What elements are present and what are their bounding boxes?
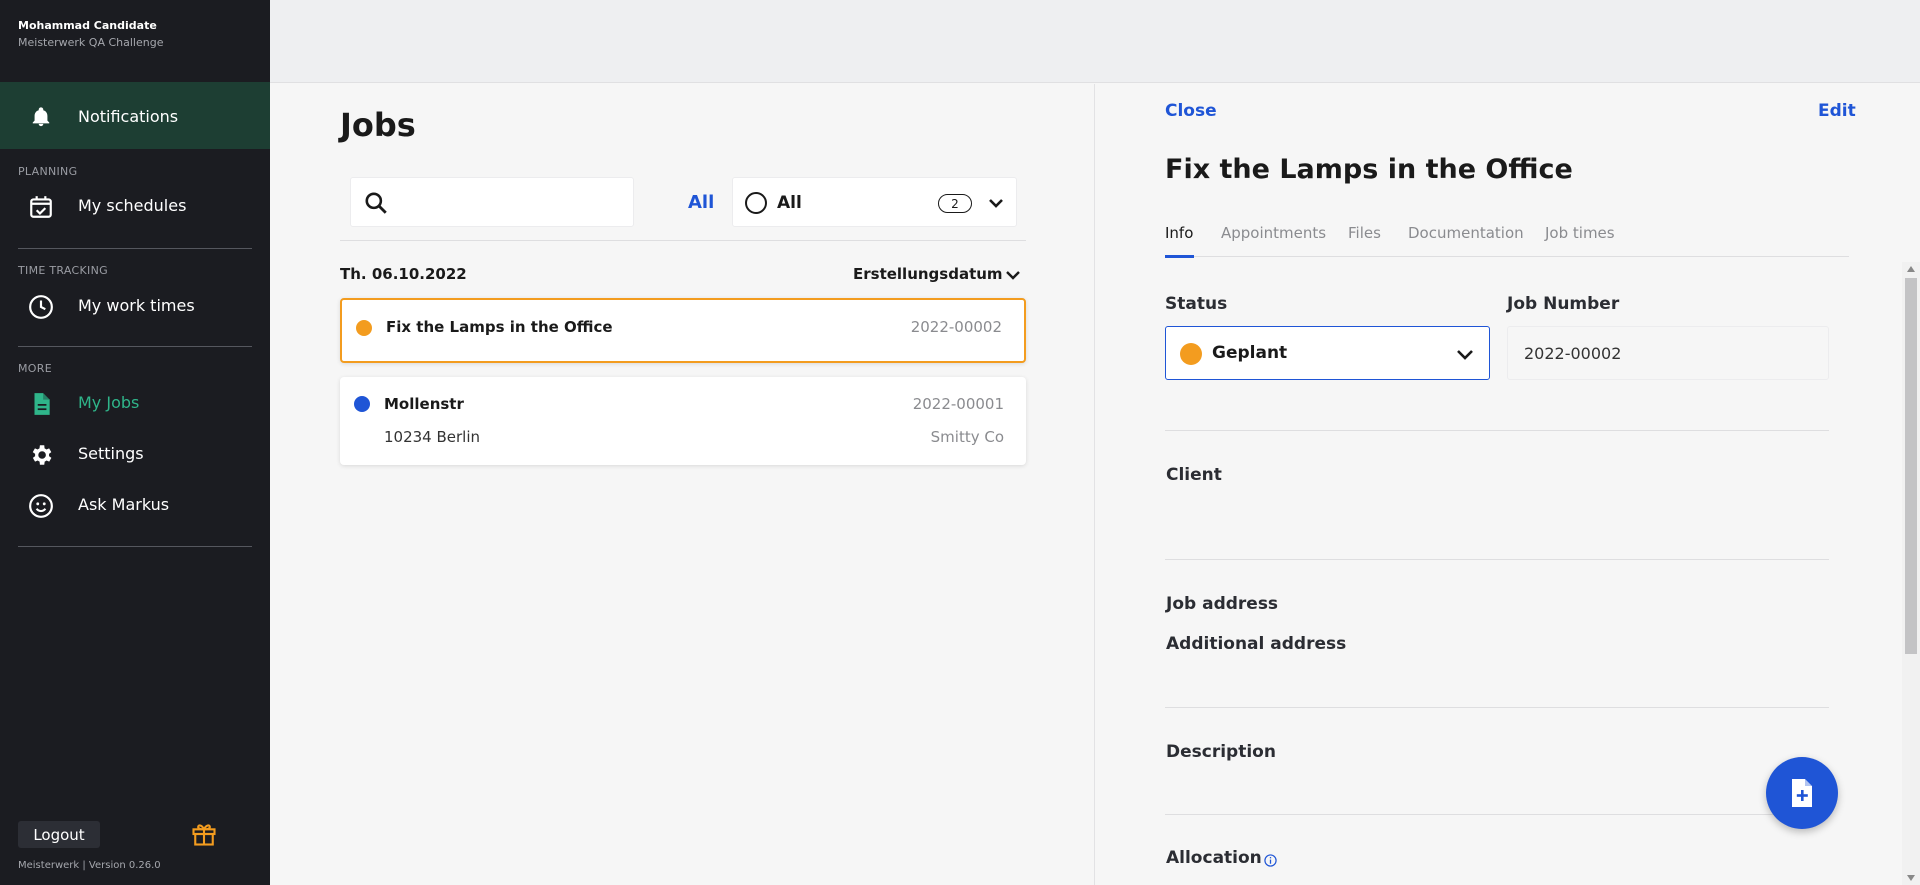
sidebar-item-label: Ask Markus	[78, 495, 170, 514]
sort-label[interactable]: Erstellungsdatum	[853, 265, 1003, 283]
job-name: Mollenstr	[384, 395, 464, 413]
job-number: 2022-00001	[912, 395, 1004, 413]
gear-icon	[28, 442, 54, 468]
client-label: Client	[1166, 465, 1222, 485]
date-group-label: Th. 06.10.2022	[340, 265, 467, 283]
job-name: Fix the Lamps in the Office	[386, 318, 613, 336]
divider	[1165, 559, 1829, 560]
section-time-tracking: TIME TRACKING	[18, 264, 108, 277]
smiley-icon	[28, 493, 54, 519]
search-icon	[363, 190, 389, 216]
active-tab-indicator	[1165, 255, 1194, 258]
section-more: MORE	[18, 362, 52, 375]
job-title: Fix the Lamps in the Office	[1165, 154, 1573, 185]
status-select[interactable]: Geplant	[1165, 326, 1490, 380]
divider	[18, 346, 252, 347]
scroll-up-arrow[interactable]	[1907, 266, 1915, 272]
sidebar-item-label: My work times	[78, 296, 195, 315]
close-button[interactable]: Close	[1165, 101, 1217, 121]
status-filter-dropdown[interactable]: All 2	[732, 177, 1017, 227]
description-label: Description	[1166, 742, 1276, 762]
edit-button[interactable]: Edit	[1818, 101, 1856, 121]
status-dot	[356, 320, 372, 336]
page-title: Jobs	[340, 106, 416, 144]
job-address-label: Job address	[1166, 594, 1279, 614]
user-name: Mohammad Candidate	[18, 19, 157, 32]
search-input[interactable]	[399, 188, 619, 216]
version-label: Meisterwerk | Version 0.26.0	[18, 860, 161, 871]
job-card[interactable]: Fix the Lamps in the Office 2022-00002	[340, 298, 1026, 363]
allocation-label-text: Allocation	[1166, 848, 1262, 868]
status-label: Status	[1165, 294, 1228, 314]
status-dot	[354, 396, 370, 412]
divider	[1165, 814, 1829, 815]
divider	[340, 240, 1026, 241]
all-filter-link[interactable]: All	[688, 192, 714, 213]
info-icon[interactable]	[1264, 852, 1277, 867]
job-number: 2022-00002	[910, 318, 1002, 336]
section-planning: PLANNING	[18, 165, 78, 178]
calendar-check-icon	[28, 194, 54, 220]
sidebar: Mohammad Candidate Meisterwerk QA Challe…	[0, 0, 270, 885]
gift-icon[interactable]	[190, 820, 218, 848]
sidebar-item-label: My Jobs	[78, 393, 140, 412]
radio-icon[interactable]	[745, 192, 767, 214]
sidebar-item-settings[interactable]: Settings	[0, 434, 270, 474]
user-org: Meisterwerk QA Challenge	[18, 36, 164, 49]
divider	[1165, 430, 1829, 431]
divider	[18, 546, 252, 547]
sidebar-item-notifications[interactable]: Notifications	[0, 82, 270, 149]
detail-tabs: Info Appointments Files Documentation Jo…	[1165, 224, 1849, 258]
job-number-label: Job Number	[1507, 294, 1620, 314]
tab-job-times[interactable]: Job times	[1545, 224, 1615, 242]
job-number-value: 2022-00002	[1524, 344, 1622, 363]
tab-appointments[interactable]: Appointments	[1221, 224, 1326, 242]
scrollbar-thumb[interactable]	[1905, 278, 1917, 654]
add-document-icon	[1792, 779, 1812, 807]
sidebar-item-my-schedules[interactable]: My schedules	[0, 186, 270, 226]
job-client: Smitty Co	[930, 428, 1004, 446]
divider	[18, 248, 252, 249]
chevron-down-icon	[1456, 347, 1474, 361]
search-field[interactable]	[350, 177, 634, 227]
job-card[interactable]: Mollenstr 2022-00001 10234 Berlin Smitty…	[340, 377, 1026, 465]
top-bar	[270, 0, 1920, 83]
chevron-down-icon[interactable]	[987, 195, 1005, 211]
job-address: 10234 Berlin	[384, 428, 481, 446]
clock-icon	[28, 294, 54, 320]
scrollbar[interactable]	[1902, 262, 1920, 885]
scroll-down-arrow[interactable]	[1907, 875, 1915, 881]
filter-count-badge: 2	[938, 194, 972, 213]
tab-documentation[interactable]: Documentation	[1408, 224, 1524, 242]
job-number-field: 2022-00002	[1507, 326, 1829, 380]
tab-info[interactable]: Info	[1165, 224, 1193, 242]
sidebar-item-label: Settings	[78, 444, 144, 463]
status-dot	[1180, 343, 1202, 365]
bell-icon	[30, 106, 52, 128]
divider	[1165, 707, 1829, 708]
tab-files[interactable]: Files	[1348, 224, 1381, 242]
allocation-label: Allocation	[1166, 848, 1277, 868]
add-document-button[interactable]	[1766, 757, 1838, 829]
logout-button[interactable]: Logout	[18, 821, 100, 848]
additional-address-label: Additional address	[1166, 634, 1347, 654]
sidebar-item-label: My schedules	[78, 196, 187, 215]
sidebar-item-my-work-times[interactable]: My work times	[0, 286, 270, 326]
document-icon	[28, 391, 54, 417]
sidebar-item-ask-markus[interactable]: Ask Markus	[0, 485, 270, 525]
status-value: Geplant	[1212, 343, 1288, 363]
filter-label: All	[777, 193, 802, 213]
sidebar-item-my-jobs[interactable]: My Jobs	[0, 383, 270, 423]
job-detail-pane: Close Edit Fix the Lamps in the Office I…	[1096, 84, 1920, 885]
chevron-down-icon[interactable]	[1005, 267, 1021, 281]
sidebar-item-label: Notifications	[78, 107, 179, 126]
jobs-list-pane: Jobs All All 2 Th. 06.10.2022 Erstellung…	[270, 84, 1095, 885]
